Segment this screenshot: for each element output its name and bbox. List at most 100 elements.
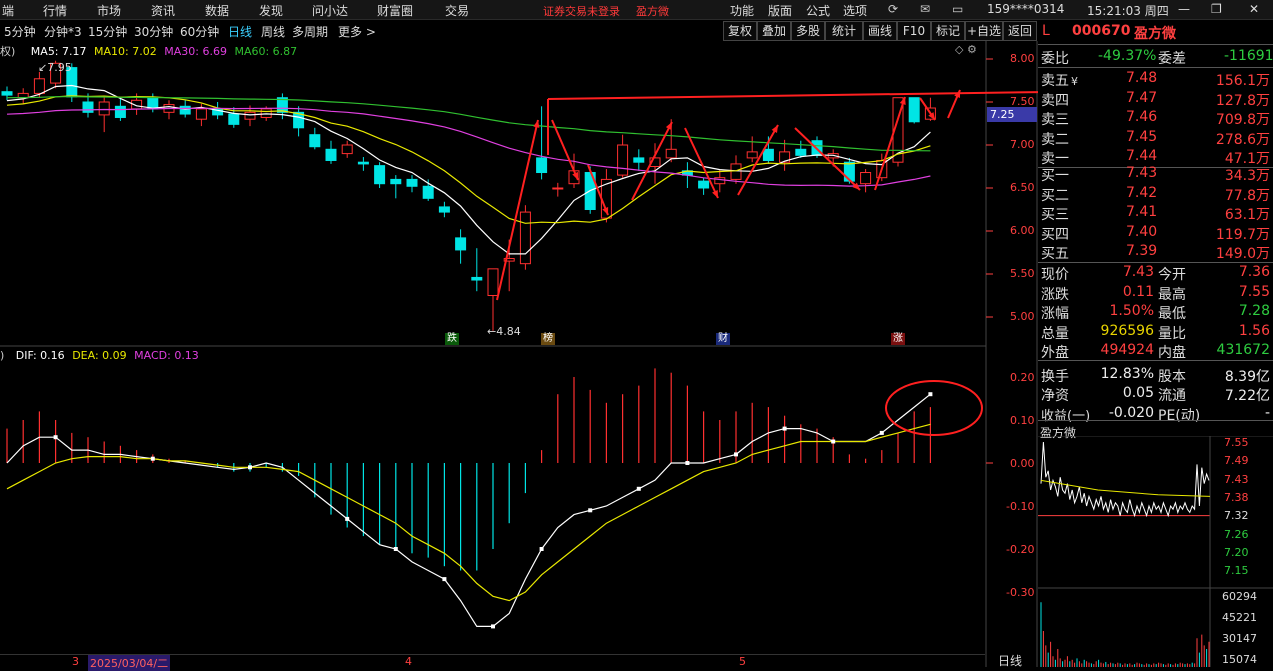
period-tab[interactable]: 15分钟 [88, 23, 127, 40]
ask-price[interactable]: 7.46 [1126, 109, 1157, 125]
toolbar-button-draw[interactable]: 画线 [863, 21, 897, 41]
period-tab[interactable]: 多周期 [292, 23, 328, 40]
event-marker-finance[interactable]: 财 [716, 333, 730, 345]
period-tab[interactable]: 30分钟 [134, 23, 173, 40]
toolbar-button-fuquan[interactable]: 复权 [723, 21, 757, 41]
close-icon[interactable]: ✕ [1249, 2, 1259, 16]
price-axis-label: 8.00 [1010, 52, 1035, 65]
candle-down [762, 148, 774, 161]
stat-label: 最高 [1158, 286, 1186, 303]
toolbar-button-mark[interactable]: 标记 [931, 21, 965, 41]
event-marker-rank[interactable]: 榜 [541, 333, 555, 345]
candle-down [795, 148, 807, 156]
ask-label: 卖五 ¥ [1041, 73, 1078, 89]
menu-item[interactable]: 功能 [730, 2, 754, 19]
bid-label: 买三 [1041, 207, 1069, 223]
macd-axis-label: -0.10 [1006, 500, 1035, 513]
event-marker-up[interactable]: 涨 [891, 333, 905, 345]
candle-down [422, 185, 434, 199]
stat-label: 今开 [1158, 267, 1186, 283]
bid-price[interactable]: 7.42 [1126, 185, 1157, 201]
dif-marker [53, 435, 58, 440]
menu-item[interactable]: 数据 [205, 2, 229, 19]
stat-label: 内盘 [1158, 345, 1186, 361]
stat-value: -0.020 [1108, 404, 1154, 421]
period-tab-active[interactable]: 日线 [228, 23, 252, 40]
candle-up [341, 144, 353, 155]
stat-label: 现价 [1041, 267, 1069, 283]
mini-price-axis-label: 7.43 [1224, 472, 1249, 486]
candle-down [698, 180, 710, 189]
bid-price[interactable]: 7.41 [1126, 204, 1157, 220]
toolbar-button-stats[interactable]: 统计 [825, 21, 863, 41]
bid-label: 买二 [1041, 187, 1069, 204]
toolbar-button-overlay[interactable]: 叠加 [757, 21, 791, 41]
ask-price[interactable]: 7.47 [1126, 90, 1157, 106]
menu-item[interactable]: 版面 [768, 2, 792, 19]
ask-price[interactable]: 7.45 [1126, 129, 1157, 145]
bid-price[interactable]: 7.40 [1126, 224, 1157, 240]
message-icon[interactable]: ✉ [920, 2, 930, 16]
toolbar-button-multi[interactable]: 多股 [791, 21, 825, 41]
candle-up [519, 211, 531, 265]
maximize-icon[interactable]: ❐ [1211, 2, 1222, 16]
menu-item[interactable]: 端 [2, 2, 14, 19]
stat-value: 7.36 [1238, 264, 1270, 280]
period-tab[interactable]: 60分钟 [180, 23, 219, 40]
menu-item[interactable]: 交易 [445, 2, 469, 19]
high-price-label: ↙7.95 [38, 61, 72, 74]
account-label[interactable]: 159****0314 [987, 2, 1064, 16]
ask-price[interactable]: 7.48 [1126, 70, 1157, 86]
mail-icon[interactable]: ▭ [952, 2, 963, 16]
candle-down [82, 101, 94, 113]
stat-label: 涨幅 [1041, 306, 1069, 322]
candle-up [260, 108, 272, 118]
candle-down [390, 178, 402, 185]
ask-volume: 127.8万 [1215, 92, 1270, 109]
price-axis-label: 6.00 [1010, 224, 1035, 237]
candle-down [114, 105, 126, 118]
toolbar-button-add-watch[interactable]: +自选 [965, 21, 1003, 41]
ma60-line [6, 96, 931, 152]
refresh-icon[interactable]: ⟳ [888, 2, 898, 16]
period-tab[interactable]: 分钟*3 [44, 23, 82, 40]
bottom-period-tab[interactable]: 日线 [998, 652, 1022, 669]
stat-label: 量比 [1158, 325, 1186, 342]
ma30-line [6, 107, 931, 187]
candle-down [633, 157, 645, 163]
weibi-label: 委比 [1041, 51, 1069, 67]
ask-price[interactable]: 7.44 [1126, 148, 1157, 164]
candle-up [244, 111, 256, 120]
bid-price[interactable]: 7.39 [1126, 243, 1157, 259]
dif-marker [879, 430, 884, 435]
ask-label: 卖三 [1041, 112, 1069, 128]
menu-item[interactable]: 资讯 [151, 2, 175, 19]
resistance-line [547, 91, 1038, 100]
period-tab[interactable]: 周线 [261, 23, 285, 40]
stat-value: 1.50% [1109, 303, 1154, 319]
candle-down [438, 206, 450, 213]
menu-item[interactable]: 发现 [259, 2, 283, 19]
annotation-line [496, 119, 539, 301]
candle-down [1, 91, 13, 96]
period-tab[interactable]: 更多 > [338, 23, 376, 40]
menu-item[interactable]: 财富圈 [377, 2, 413, 19]
mini-volume-axis-label: 15074 [1222, 653, 1257, 666]
period-tab[interactable]: 5分钟 [4, 23, 36, 40]
stat-value: 0.05 [1122, 385, 1154, 401]
login-warning[interactable]: 证券交易未登录 [543, 3, 620, 19]
toolbar-button-back[interactable]: 返回 [1003, 21, 1037, 41]
event-marker-down[interactable]: 跌 [445, 333, 459, 345]
clock: 15:21:03 周四 [1087, 4, 1169, 18]
menu-item[interactable]: 问小达 [312, 2, 348, 19]
menu-item[interactable]: 行情 [43, 2, 67, 19]
stat-value: 7.55 [1238, 283, 1270, 300]
dif-marker [150, 456, 155, 461]
minimize-icon[interactable]: — [1178, 2, 1190, 16]
bid-price[interactable]: 7.43 [1126, 165, 1157, 181]
menu-item[interactable]: 市场 [97, 2, 121, 19]
menu-item[interactable]: 选项 [843, 2, 867, 19]
menu-item[interactable]: 公式 [806, 2, 830, 19]
macd-prefix: ) [0, 349, 5, 362]
toolbar-button-f10[interactable]: F10 [897, 21, 931, 41]
